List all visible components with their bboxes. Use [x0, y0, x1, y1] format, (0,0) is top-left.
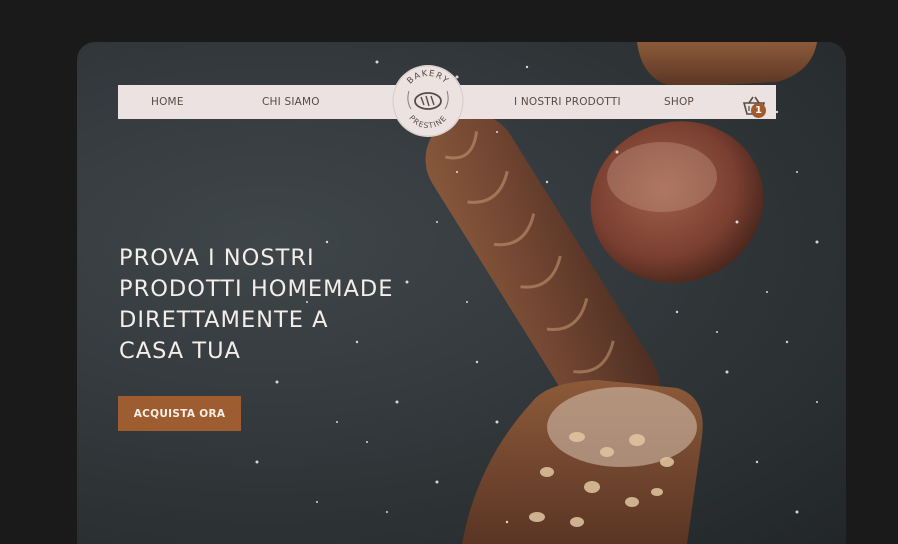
headline-line-1: PROVA I NOSTRI — [119, 245, 315, 272]
hero-headline: PROVA I NOSTRI PRODOTTI HOMEMADE DIRETTA… — [119, 243, 419, 367]
headline-line-4: CASA TUA — [119, 338, 241, 365]
bakery-logo[interactable]: BAKERY PRESTINE — [391, 61, 465, 141]
acquista-ora-button[interactable]: ACQUISTA ORA — [118, 396, 241, 431]
nav-shop[interactable]: SHOP — [664, 85, 694, 119]
cart-count-badge: 1 — [751, 103, 766, 118]
nav-chi-siamo[interactable]: CHI SIAMO — [262, 85, 320, 119]
nav-home[interactable]: HOME — [151, 85, 184, 119]
nav-i-nostri-prodotti[interactable]: I NOSTRI PRODOTTI — [514, 85, 621, 119]
headline-line-2: PRODOTTI HOMEMADE — [119, 276, 394, 303]
headline-line-3: DIRETTAMENTE A — [119, 307, 329, 334]
